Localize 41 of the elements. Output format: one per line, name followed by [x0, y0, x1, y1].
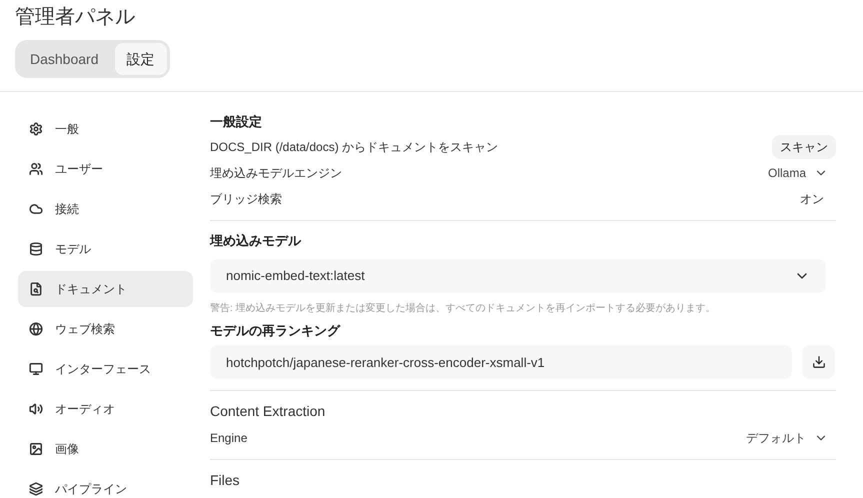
reranking-model-field[interactable]: hotchpotch/japanese-reranker-cross-encoder-xsmall-v1	[210, 345, 792, 379]
sidebar-item[interactable]: 画像	[18, 431, 193, 467]
download-button[interactable]	[802, 345, 835, 379]
tab[interactable]: 設定	[114, 43, 166, 75]
dropdown[interactable]: デフォルト	[746, 429, 836, 447]
sidebar-item[interactable]: 接続	[18, 191, 193, 227]
setting-label: 埋め込みモデルエンジン	[210, 165, 342, 182]
setting-label: ブリッジ検索	[210, 191, 282, 208]
sidebar-item[interactable]: モデル	[18, 231, 193, 267]
sidebar-item[interactable]: 一般	[18, 111, 193, 147]
database-icon	[29, 242, 43, 256]
settings-icon	[29, 122, 43, 136]
monitor-icon	[29, 362, 43, 376]
sidebar-item[interactable]: ウェブ検索	[18, 311, 193, 347]
sidebar-item[interactable]: パイプライン	[18, 471, 193, 498]
warning-text: 警告: 埋め込みモデルを更新または変更した場合は、すべてのドキュメントを再インポートする必要があります。	[210, 302, 717, 316]
image-icon	[29, 442, 43, 456]
section-heading: モデルの再ランキング	[210, 322, 342, 340]
model-select[interactable]: nomic-embed-text:latest	[210, 259, 826, 293]
section-heading: 一般設定	[210, 113, 263, 131]
setting-label: Engine	[210, 430, 248, 447]
layers-icon	[29, 482, 43, 496]
download-icon	[812, 355, 826, 369]
sidebar-item[interactable]: インターフェース	[18, 351, 193, 387]
sidebar-item[interactable]: オーディオ	[18, 391, 193, 427]
users-icon	[29, 162, 43, 176]
tab[interactable]: Dashboard	[18, 43, 110, 75]
setting-label: DOCS_DIR (/data/docs) からドキュメントをスキャン	[210, 139, 498, 156]
document-search-icon	[29, 282, 43, 296]
cloud-icon	[29, 202, 43, 216]
section-heading: 埋め込みモデル	[210, 232, 302, 250]
section-heading: Content Extraction	[210, 402, 326, 421]
globe-icon	[29, 322, 43, 336]
dropdown[interactable]: Ollama	[768, 164, 836, 182]
toggle-value[interactable]: オン	[800, 190, 836, 208]
section-heading: Files	[210, 471, 241, 490]
scan-button[interactable]: スキャン	[772, 135, 836, 159]
sidebar-item[interactable]: ユーザー	[18, 151, 193, 187]
sidebar-item[interactable]: ドキュメント	[18, 271, 193, 307]
speaker-icon	[29, 402, 43, 416]
page-title: 管理者パネル	[15, 5, 136, 30]
